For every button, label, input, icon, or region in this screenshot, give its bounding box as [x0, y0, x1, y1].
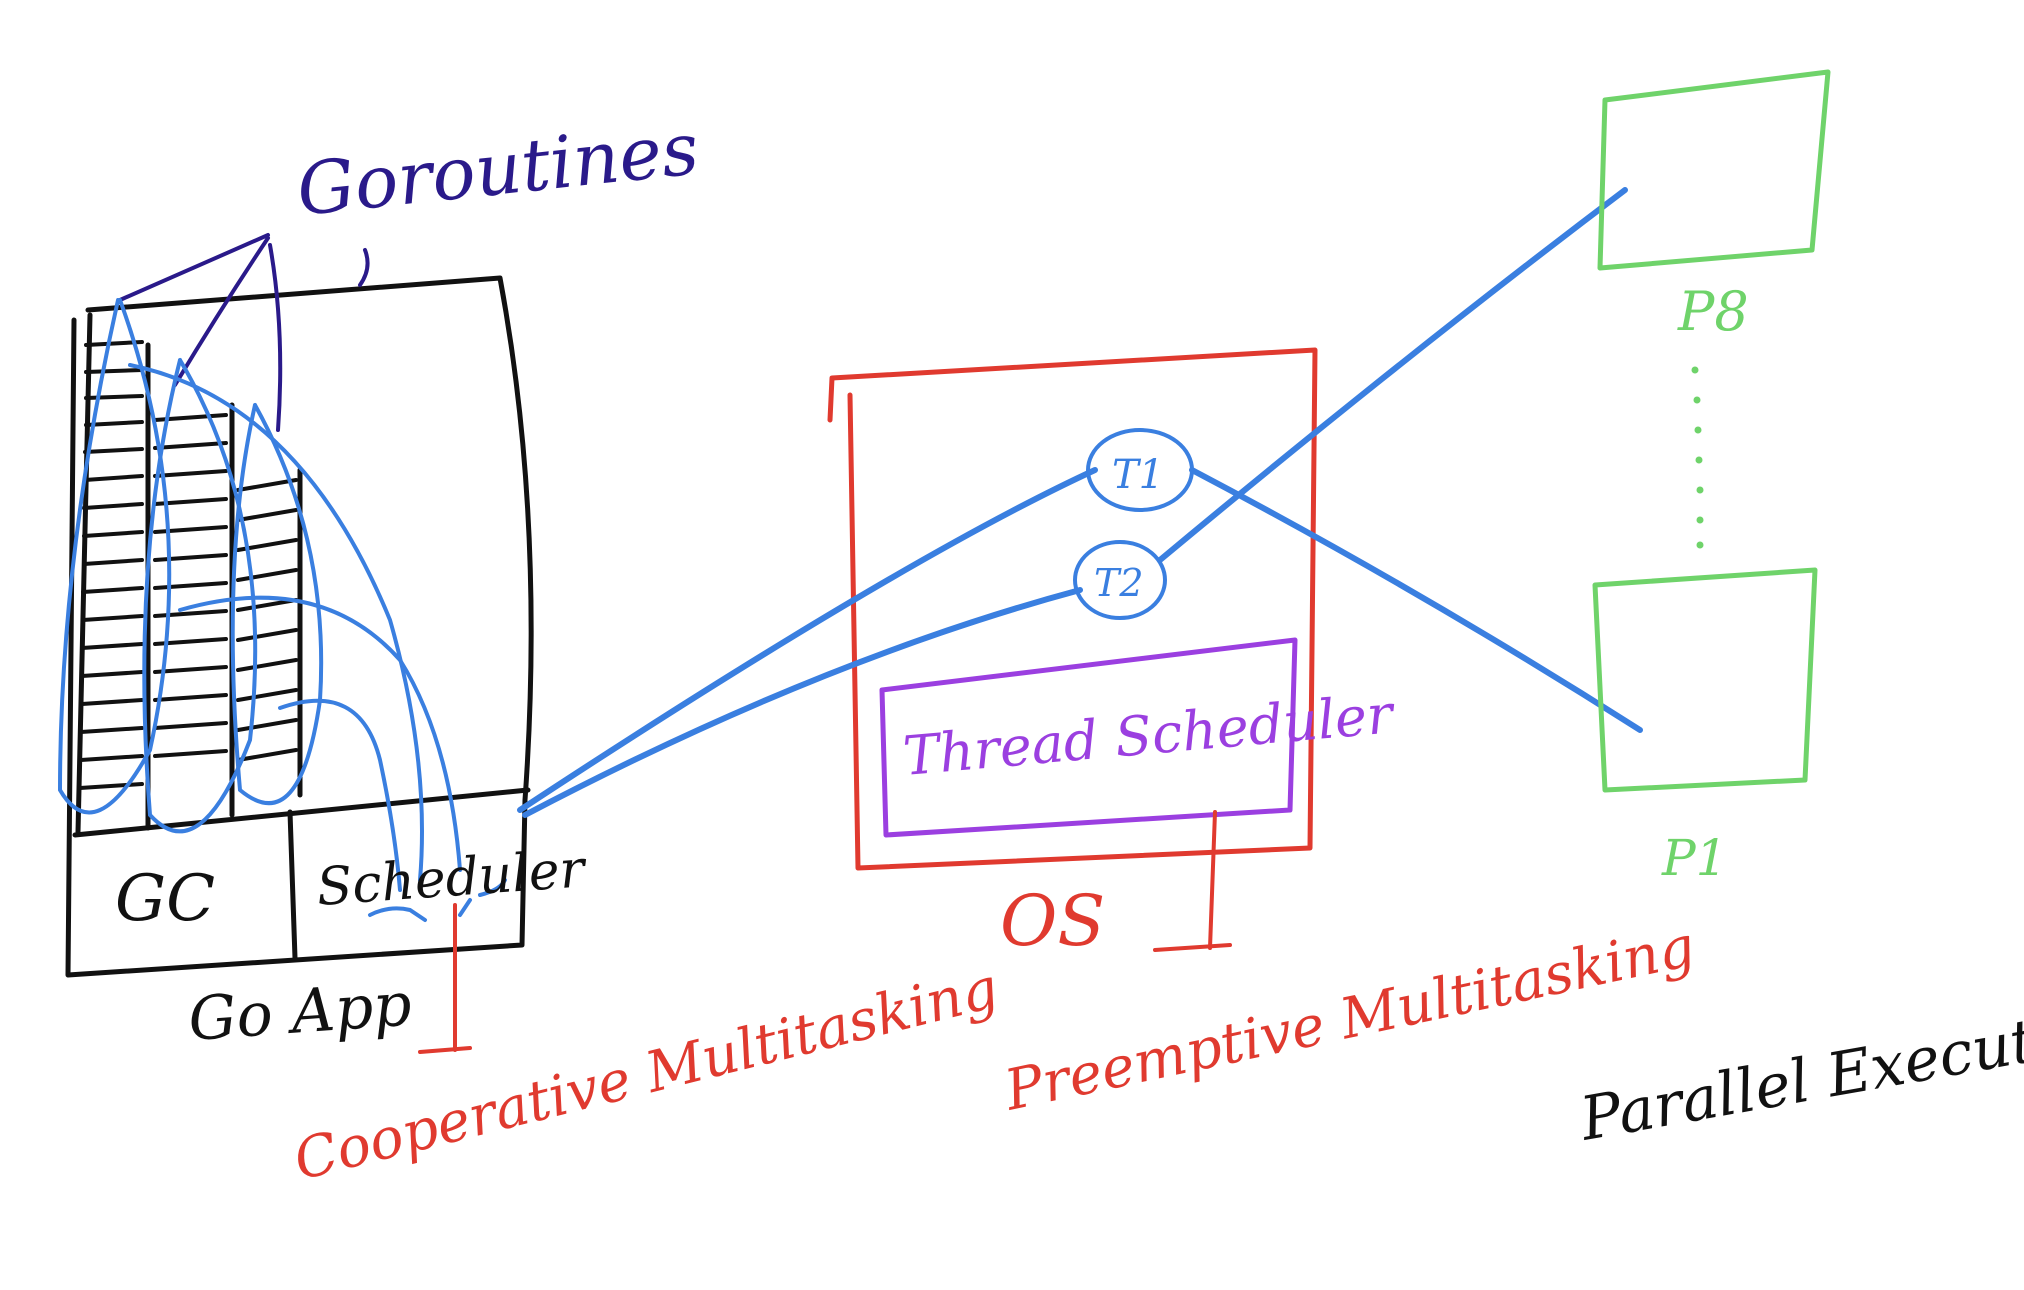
goroutines-label: Goroutines: [293, 106, 702, 232]
processor-ellipsis: [1691, 366, 1704, 549]
processor-p8: [1597, 69, 1831, 271]
hatch-stack-3: [236, 478, 298, 762]
processor-p1: [1592, 567, 1818, 793]
goroutines-pointers: [118, 233, 370, 432]
t2-to-p8: [1157, 187, 1628, 563]
thread-t1: T1: [1086, 428, 1194, 512]
os-label: OS: [1000, 880, 1105, 962]
thread-t2-label: T2: [1094, 561, 1144, 605]
t1-to-p1: [1189, 467, 1643, 733]
goroutine-stack-1-left: [75, 312, 93, 835]
goroutine-stacks: [75, 312, 303, 835]
thread-scheduler-label: Thread Scheduler: [901, 682, 1399, 788]
parallel-execution-label: Parallel Execution: [1574, 990, 2024, 1155]
p8-label: P8: [1677, 280, 1749, 343]
gc-label: GC: [115, 862, 215, 936]
hatch-stack-2: [153, 413, 228, 758]
goroutine-loops: [57, 298, 507, 922]
scheduler-label: Scheduler: [315, 839, 590, 918]
go-app-divider-vertical: [287, 809, 298, 961]
go-app-label: Go App: [186, 970, 414, 1055]
p1-label: P1: [1661, 829, 1727, 887]
thread-t1-label: T1: [1112, 452, 1164, 498]
thread-t2: T2: [1073, 540, 1167, 620]
scheduler-to-t2: [522, 587, 1083, 818]
os-box: [827, 347, 1318, 871]
diagram-canvas: T1 T2 Goroutines GC Scheduler Go App Thr…: [57, 69, 2024, 1194]
